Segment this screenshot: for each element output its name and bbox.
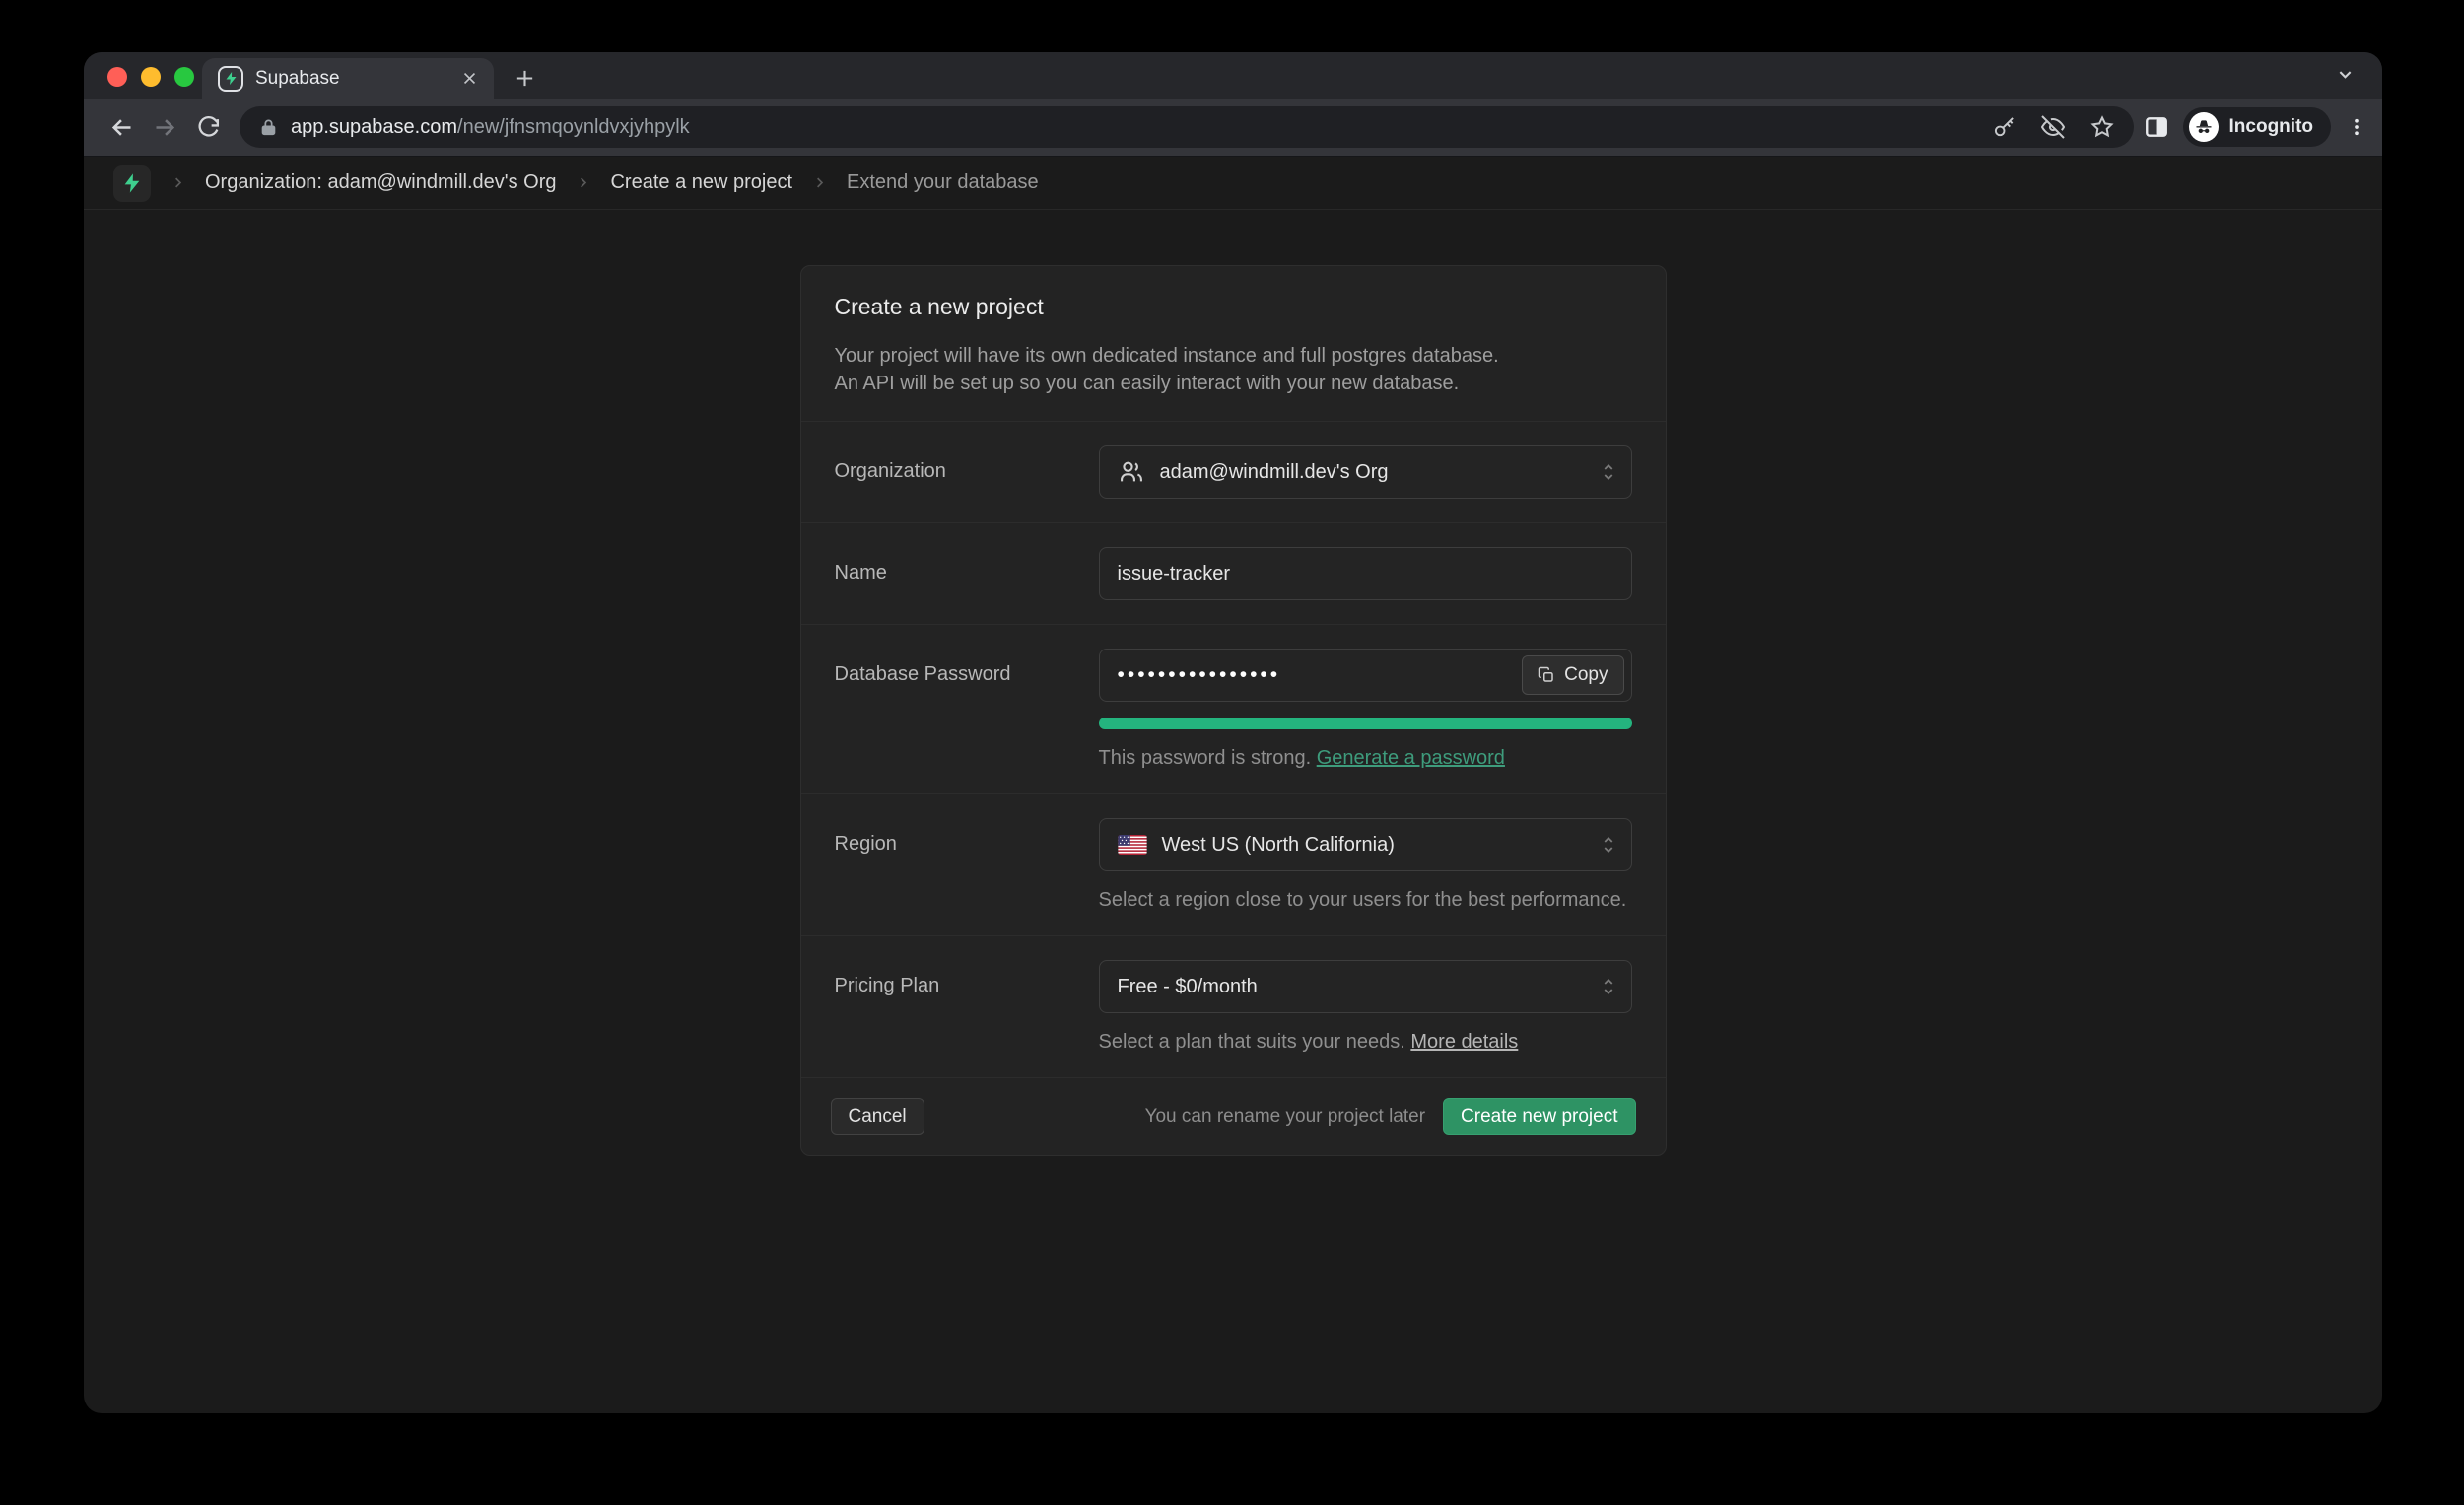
organization-label: Organization bbox=[835, 445, 1099, 499]
chevron-right-icon bbox=[171, 175, 185, 190]
description-line: An API will be set up so you can easily … bbox=[835, 370, 1632, 397]
password-input[interactable]: •••••••••••••••• Copy bbox=[1099, 649, 1632, 702]
card-footer: Cancel You can rename your project later… bbox=[801, 1077, 1666, 1155]
browser-window: Supabase app.supabase.com/new/jfnsmqoynl… bbox=[84, 52, 2382, 1413]
region-value: West US (North California) bbox=[1162, 834, 1395, 856]
organization-row: Organization adam@windmill.dev's Org bbox=[801, 421, 1666, 522]
forward-icon[interactable] bbox=[143, 105, 186, 149]
eye-off-icon[interactable] bbox=[2041, 115, 2065, 139]
name-label: Name bbox=[835, 547, 1099, 600]
new-tab-icon[interactable] bbox=[513, 67, 536, 90]
incognito-badge: Incognito bbox=[2183, 107, 2331, 147]
breadcrumb-organization[interactable]: Organization: adam@windmill.dev's Org bbox=[205, 171, 556, 194]
select-chevrons-icon bbox=[1600, 976, 1617, 997]
organization-value: adam@windmill.dev's Org bbox=[1160, 461, 1389, 484]
side-panel-icon[interactable] bbox=[2144, 114, 2169, 140]
chevron-down-icon[interactable] bbox=[2336, 65, 2355, 84]
pricing-row: Pricing Plan Free - $0/month Select a pl… bbox=[801, 935, 1666, 1077]
select-chevrons-icon bbox=[1600, 834, 1617, 855]
region-row: Region West US (North California) Select… bbox=[801, 793, 1666, 935]
name-value: issue-tracker bbox=[1118, 563, 1230, 585]
create-new-project-button[interactable]: Create new project bbox=[1443, 1098, 1635, 1135]
url-text: app.supabase.com/new/jfnsmqoynldvxjyhpyl… bbox=[291, 116, 690, 139]
password-value: •••••••••••••••• bbox=[1118, 663, 1281, 687]
url-bar[interactable]: app.supabase.com/new/jfnsmqoynldvxjyhpyl… bbox=[240, 106, 2134, 148]
incognito-label: Incognito bbox=[2229, 116, 2313, 138]
pricing-value: Free - $0/month bbox=[1118, 976, 1258, 998]
chevron-right-icon bbox=[576, 175, 590, 190]
cancel-button[interactable]: Cancel bbox=[831, 1098, 924, 1135]
reload-icon[interactable] bbox=[186, 105, 230, 149]
pricing-helper-text: Select a plan that suits your needs. bbox=[1099, 1031, 1405, 1053]
users-icon bbox=[1118, 458, 1145, 486]
tab-supabase[interactable]: Supabase bbox=[202, 58, 494, 99]
password-label: Database Password bbox=[835, 649, 1099, 770]
back-icon[interactable] bbox=[100, 105, 143, 149]
chevron-right-icon bbox=[812, 175, 827, 190]
page-body: Create a new project Your project will h… bbox=[84, 210, 2382, 1156]
copy-icon bbox=[1538, 666, 1555, 684]
password-row: Database Password •••••••••••••••• Copy bbox=[801, 624, 1666, 793]
description-line: Your project will have its own dedicated… bbox=[835, 342, 1632, 370]
close-tab-icon[interactable] bbox=[461, 70, 478, 87]
zoom-window-button[interactable] bbox=[174, 67, 194, 87]
lock-icon bbox=[259, 118, 278, 137]
name-input[interactable]: issue-tracker bbox=[1099, 547, 1632, 600]
region-select[interactable]: West US (North California) bbox=[1099, 818, 1632, 871]
more-details-link[interactable]: More details bbox=[1410, 1031, 1518, 1053]
copy-button[interactable]: Copy bbox=[1522, 655, 1623, 695]
project-description: Your project will have its own dedicated… bbox=[801, 324, 1666, 421]
breadcrumb: Organization: adam@windmill.dev's Org Cr… bbox=[84, 157, 2382, 210]
region-helper: Select a region close to your users for … bbox=[1099, 889, 1632, 912]
select-chevrons-icon bbox=[1600, 461, 1617, 483]
bookmark-star-icon[interactable] bbox=[2090, 115, 2114, 139]
breadcrumb-extend-database: Extend your database bbox=[847, 171, 1039, 194]
name-row: Name issue-tracker bbox=[801, 522, 1666, 624]
supabase-logo-icon bbox=[218, 66, 243, 92]
rename-note: You can rename your project later bbox=[1145, 1106, 1425, 1128]
generate-password-link[interactable]: Generate a password bbox=[1317, 747, 1505, 769]
page-title: Create a new project bbox=[835, 294, 1632, 320]
region-label: Region bbox=[835, 818, 1099, 912]
supabase-logo-icon[interactable] bbox=[113, 165, 151, 202]
minimize-window-button[interactable] bbox=[141, 67, 161, 87]
breadcrumb-create-project[interactable]: Create a new project bbox=[610, 171, 792, 194]
tab-title: Supabase bbox=[255, 68, 449, 90]
menu-dots-icon[interactable] bbox=[2347, 117, 2366, 137]
browser-toolbar: app.supabase.com/new/jfnsmqoynldvxjyhpyl… bbox=[84, 99, 2382, 157]
pricing-helper: Select a plan that suits your needs. Mor… bbox=[1099, 1031, 1632, 1054]
tab-strip: Supabase bbox=[84, 52, 2382, 99]
create-project-card: Create a new project Your project will h… bbox=[800, 265, 1667, 1156]
close-window-button[interactable] bbox=[107, 67, 127, 87]
copy-label: Copy bbox=[1564, 664, 1608, 686]
window-controls bbox=[107, 67, 194, 87]
password-strength-text: This password is strong. bbox=[1099, 747, 1312, 769]
organization-select[interactable]: adam@windmill.dev's Org bbox=[1099, 445, 1632, 499]
pricing-select[interactable]: Free - $0/month bbox=[1099, 960, 1632, 1013]
password-helper: This password is strong. Generate a pass… bbox=[1099, 747, 1632, 770]
pricing-label: Pricing Plan bbox=[835, 960, 1099, 1054]
incognito-icon bbox=[2189, 112, 2219, 142]
us-flag-icon bbox=[1118, 835, 1147, 855]
password-strength-bar bbox=[1099, 718, 1632, 729]
key-icon[interactable] bbox=[1993, 116, 2016, 139]
